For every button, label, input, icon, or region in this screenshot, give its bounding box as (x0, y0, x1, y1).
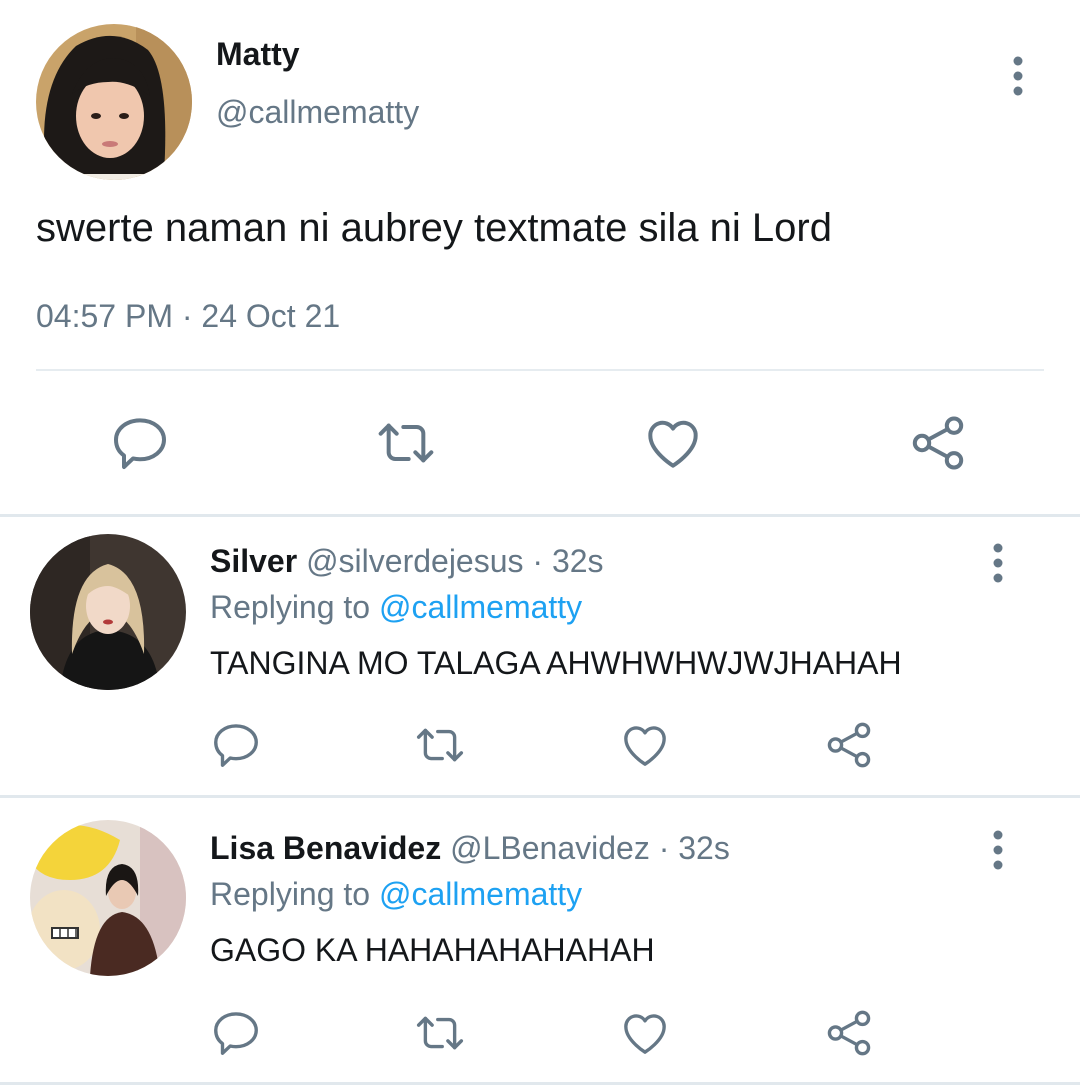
share-icon[interactable] (822, 718, 876, 772)
replying-to-line: Replying to @callmematty (210, 589, 582, 626)
author-name[interactable]: Lisa Benavidez (210, 830, 441, 866)
meta-separator: · (658, 830, 670, 866)
avatar[interactable] (30, 534, 186, 690)
reply-time: 32s (678, 830, 730, 866)
reply-time: 32s (551, 543, 604, 579)
tweet-date: 24 Oct 21 (201, 298, 341, 334)
avatar[interactable] (36, 24, 192, 180)
avatar[interactable] (30, 820, 186, 976)
author-handle[interactable]: @callmematty (216, 94, 419, 131)
share-icon[interactable] (822, 1006, 876, 1060)
reply-header: Silver @silverdejesus · 32s (210, 543, 604, 580)
more-vertical-icon[interactable] (986, 543, 1010, 583)
reply-tweet[interactable]: Silver @silverdejesus · 32s Replying to … (0, 517, 1080, 795)
replying-to-label: Replying to (210, 876, 371, 912)
tweet-time: 04:57 PM (36, 298, 173, 334)
more-vertical-icon[interactable] (986, 830, 1010, 870)
meta-separator: · (181, 298, 193, 334)
heart-icon[interactable] (618, 1006, 672, 1060)
divider (36, 369, 1044, 371)
replying-to-line: Replying to @callmematty (210, 876, 582, 913)
author-handle[interactable]: @LBenavidez (450, 830, 650, 866)
replying-to-label: Replying to (210, 589, 371, 625)
reply-text: TANGINA MO TALAGA AHWHWHWJWJHAHAH (210, 645, 902, 681)
author-handle[interactable]: @silverdejesus (306, 543, 523, 579)
heart-icon[interactable] (618, 718, 672, 772)
heart-icon[interactable] (641, 411, 705, 475)
retweet-icon[interactable] (374, 411, 438, 475)
more-vertical-icon[interactable] (1006, 56, 1030, 96)
divider (0, 1082, 1080, 1085)
reply-bubble-icon[interactable] (209, 718, 263, 772)
main-tweet: Matty @callmematty swerte naman ni aubre… (0, 0, 1080, 514)
reply-text: GAGO KA HAHAHAHAHAHAH (210, 932, 655, 968)
reply-header: Lisa Benavidez @LBenavidez · 32s (210, 830, 730, 867)
tweet-timestamp: 04:57 PM · 24 Oct 21 (36, 298, 340, 335)
reply-tweet[interactable]: Lisa Benavidez @LBenavidez · 32s Replyin… (0, 798, 1080, 1083)
reply-bubble-icon[interactable] (108, 411, 172, 475)
share-icon[interactable] (906, 411, 970, 475)
author-name[interactable]: Matty (216, 36, 300, 73)
tweet-text: swerte naman ni aubrey textmate sila ni … (36, 206, 832, 250)
retweet-icon[interactable] (413, 1006, 467, 1060)
reply-bubble-icon[interactable] (209, 1006, 263, 1060)
retweet-icon[interactable] (413, 718, 467, 772)
meta-separator: · (532, 543, 544, 579)
tweet-detail-screen: Matty @callmematty swerte naman ni aubre… (0, 0, 1080, 1086)
mention-link[interactable]: @callmematty (379, 876, 582, 912)
author-name[interactable]: Silver (210, 543, 297, 579)
mention-link[interactable]: @callmematty (379, 589, 582, 625)
